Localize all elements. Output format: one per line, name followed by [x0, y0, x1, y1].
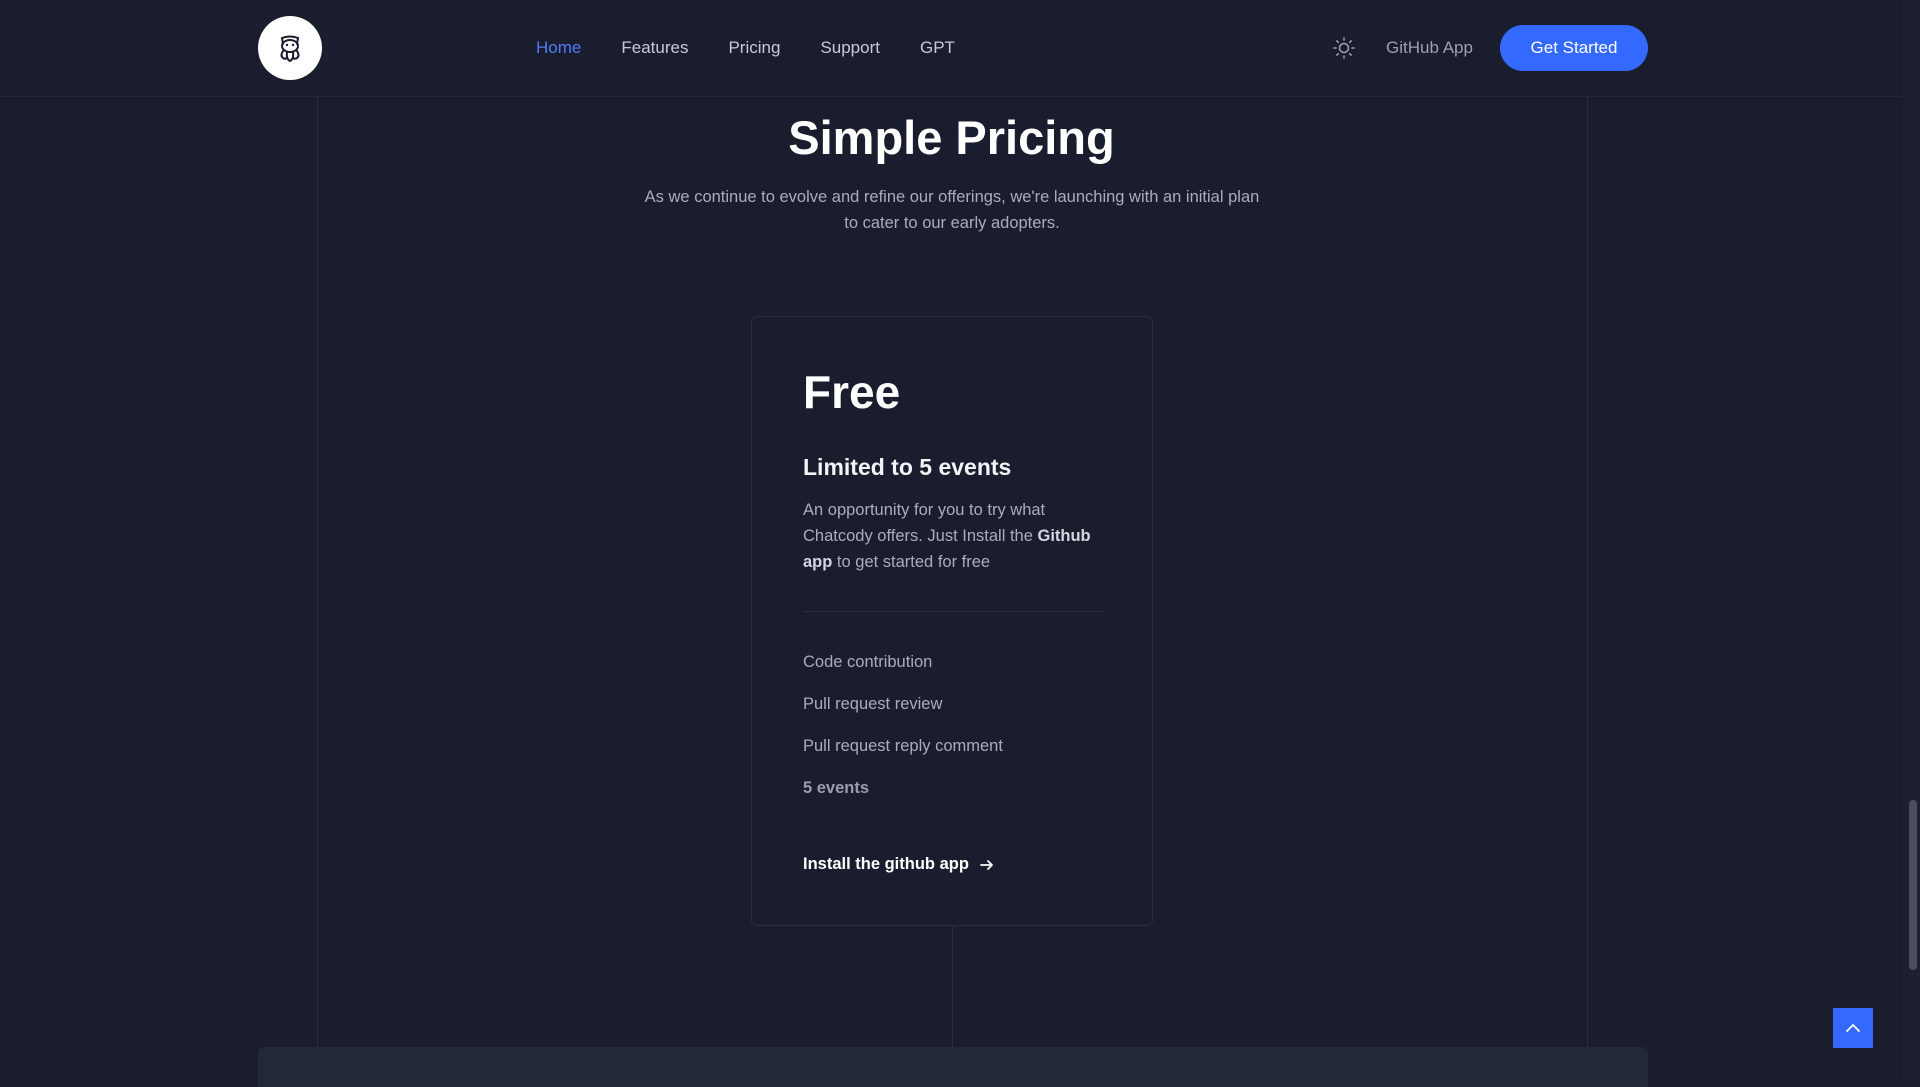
- feature-item: Code contribution: [803, 653, 933, 671]
- plan-name: Free: [803, 366, 901, 418]
- feature-item: Pull request review: [803, 695, 943, 713]
- get-started-button[interactable]: Get Started: [1500, 25, 1648, 71]
- arrow-right-icon: [980, 859, 993, 870]
- plan-description-post: to get started for free: [832, 553, 991, 571]
- install-github-app-link[interactable]: Install the github app: [803, 855, 995, 874]
- octopus-cat-logo-icon: [280, 35, 300, 63]
- nav-pricing[interactable]: Pricing: [728, 34, 780, 62]
- brand-logo[interactable]: [258, 16, 322, 80]
- theme-toggle-button[interactable]: [1332, 36, 1356, 60]
- chevron-up-icon: [1846, 1024, 1860, 1032]
- install-label: Install the github app: [803, 855, 969, 873]
- left-guide-line: [317, 96, 318, 1080]
- nav-support[interactable]: Support: [820, 34, 880, 62]
- sun-icon: [1333, 37, 1355, 59]
- right-guide-line: [1587, 96, 1588, 1080]
- feature-item: Pull request reply comment: [803, 737, 1003, 755]
- page-scrollbar[interactable]: [1903, 0, 1920, 1080]
- scrollbar-thumb[interactable]: [1909, 800, 1917, 970]
- section-title: Simple Pricing: [788, 111, 1115, 164]
- nav-gpt[interactable]: GPT: [920, 34, 955, 62]
- site-header: Home Features Pricing Support GPT GitHub…: [0, 0, 1903, 97]
- main-nav: Home Features Pricing Support GPT: [536, 34, 955, 62]
- plan-description: An opportunity for you to try what Chatc…: [803, 497, 1113, 575]
- back-to-top-button[interactable]: [1833, 1008, 1873, 1048]
- plan-description-pre: An opportunity for you to try what Chatc…: [803, 501, 1046, 545]
- feature-events: 5 events: [803, 779, 870, 797]
- next-section-panel: [258, 1047, 1648, 1087]
- center-guide-line: [952, 926, 953, 1048]
- nav-features[interactable]: Features: [621, 34, 688, 62]
- get-started-label: Get Started: [1530, 38, 1618, 57]
- pricing-card: Free Limited to 5 events An opportunity …: [751, 316, 1153, 926]
- feature-list: Code contribution Pull request review Pu…: [803, 649, 1003, 817]
- github-app-link[interactable]: GitHub App: [1386, 34, 1473, 62]
- nav-home[interactable]: Home: [536, 34, 581, 62]
- section-subtitle: As we continue to evolve and refine our …: [644, 188, 1260, 232]
- plan-limit: Limited to 5 events: [803, 454, 1012, 480]
- card-divider: [803, 611, 1103, 612]
